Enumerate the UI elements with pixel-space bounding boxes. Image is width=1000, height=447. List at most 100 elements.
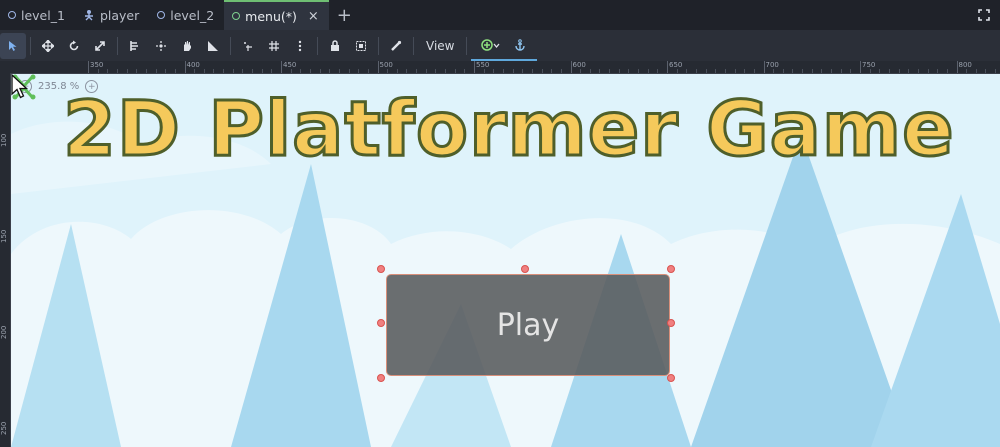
move-mode-button[interactable] — [35, 33, 61, 59]
ruler-minor-tick — [609, 69, 611, 73]
selection-handle[interactable] — [667, 374, 675, 382]
ruler-label: 350 — [90, 61, 104, 69]
ruler-minor-tick — [232, 69, 234, 73]
selection-handle[interactable] — [521, 265, 529, 273]
ruler-minor-tick — [155, 69, 157, 73]
selection-handle[interactable] — [377, 265, 385, 273]
scale-mode-button[interactable] — [87, 33, 113, 59]
ruler-minor-tick — [502, 69, 504, 73]
canvas-toolbar: View — [0, 30, 1000, 61]
ruler-minor-tick — [358, 69, 360, 73]
anchor-icon — [515, 38, 526, 51]
play-button[interactable]: Play — [386, 274, 670, 376]
horizontal-ruler[interactable]: 350 400 450 500 550 600 650 700 750 800 — [0, 61, 1000, 74]
rotate-mode-button[interactable] — [61, 33, 87, 59]
close-tab-icon[interactable]: × — [308, 9, 319, 24]
ruler-label: 550 — [476, 61, 490, 69]
anchor-button[interactable] — [507, 32, 533, 58]
ruler-minor-tick — [396, 69, 398, 73]
toolbar-separator — [413, 36, 414, 55]
toolbar-separator — [378, 36, 379, 55]
ruler-label: 250 — [0, 421, 8, 435]
tab-label: menu(*) — [245, 8, 297, 24]
ruler-minor-tick — [724, 69, 726, 73]
ruler-minor-tick — [686, 69, 688, 73]
selection-handle[interactable] — [667, 265, 675, 273]
tab-level-2[interactable]: level_2 — [149, 0, 224, 30]
distraction-free-button[interactable] — [968, 0, 1000, 30]
canvas-viewport[interactable]: − 235.8 % + 2D Platformer Game Play — [11, 74, 1000, 447]
pivot-mode-button[interactable] — [148, 33, 174, 59]
view-menu[interactable]: View — [418, 39, 462, 53]
more-icon — [298, 40, 302, 51]
skeleton-button[interactable] — [383, 33, 409, 59]
select-mode-button[interactable] — [0, 32, 26, 59]
ruler-minor-tick — [888, 69, 890, 73]
tab-level-1[interactable]: level_1 — [0, 0, 75, 30]
selection-handle[interactable] — [667, 319, 675, 327]
ruler-minor-tick — [252, 69, 254, 73]
ruler-minor-tick — [792, 69, 794, 73]
snap-options-button[interactable] — [287, 33, 313, 59]
group-button[interactable] — [348, 33, 374, 59]
vertical-ruler[interactable]: 100 150 200 250 — [0, 73, 11, 447]
select-icon — [9, 40, 17, 51]
grid-snap-icon — [269, 40, 279, 51]
ruler-minor-tick — [589, 69, 591, 73]
ruler-minor-tick — [821, 69, 823, 73]
game-title-label[interactable]: 2D Platformer Game — [62, 83, 956, 175]
list-select-button[interactable] — [122, 33, 148, 59]
toolbar-separator — [230, 36, 231, 55]
selection-handle[interactable] — [377, 374, 385, 382]
ruler-minor-tick — [261, 69, 263, 73]
ruler-minor-tick — [445, 69, 447, 73]
ruler-minor-tick — [966, 69, 968, 73]
ruler-minor-tick — [290, 69, 292, 73]
ruler-minor-tick — [387, 69, 389, 73]
ruler-minor-tick — [367, 69, 369, 73]
tab-menu[interactable]: menu(*) × — [224, 0, 329, 30]
ruler-major-tick — [860, 61, 861, 73]
ruler-minor-tick — [107, 69, 109, 73]
ruler-icon — [208, 40, 218, 51]
grid-snap-button[interactable] — [261, 33, 287, 59]
lock-button[interactable] — [322, 33, 348, 59]
ruler-major-tick — [377, 61, 379, 73]
scene-tab-bar: level_1 player level_2 menu(*) × + — [0, 0, 1000, 30]
move-icon — [42, 39, 54, 52]
tab-player[interactable]: player — [75, 0, 149, 30]
ruler-minor-tick — [338, 69, 340, 73]
ruler-minor-tick — [618, 69, 620, 73]
ruler-mode-button[interactable] — [200, 33, 226, 59]
ruler-minor-tick — [348, 69, 350, 73]
ruler-label: 150 — [0, 229, 8, 243]
ruler-minor-tick — [541, 69, 543, 73]
ruler-minor-tick — [242, 69, 244, 73]
pan-mode-button[interactable] — [174, 33, 200, 59]
anchor-tools-group — [471, 30, 538, 61]
ruler-minor-tick — [213, 69, 215, 73]
ruler-minor-tick — [869, 69, 871, 73]
ruler-minor-tick — [223, 69, 225, 73]
tab-label: level_1 — [21, 7, 65, 23]
ruler-label: 750 — [862, 61, 876, 69]
add-node-button[interactable] — [475, 32, 507, 58]
ruler-label: 200 — [0, 325, 8, 339]
ruler-minor-tick — [744, 69, 746, 73]
ruler-minor-tick — [628, 69, 630, 73]
ruler-minor-tick — [638, 69, 640, 73]
ruler-minor-tick — [116, 69, 118, 73]
ruler-minor-tick — [715, 69, 717, 73]
ruler-label: 100 — [0, 133, 8, 147]
ruler-minor-tick — [174, 69, 176, 73]
smart-snap-button[interactable] — [235, 33, 261, 59]
add-tab-button[interactable]: + — [329, 0, 360, 30]
ruler-minor-tick — [425, 69, 427, 73]
selection-handle[interactable] — [377, 319, 385, 327]
ruler-major-tick — [667, 61, 668, 73]
ruler-label: 450 — [283, 61, 297, 69]
ruler-minor-tick — [695, 69, 697, 73]
ruler-major-tick — [88, 61, 89, 73]
ruler-minor-tick — [850, 69, 852, 73]
ruler-major-tick — [184, 61, 186, 73]
